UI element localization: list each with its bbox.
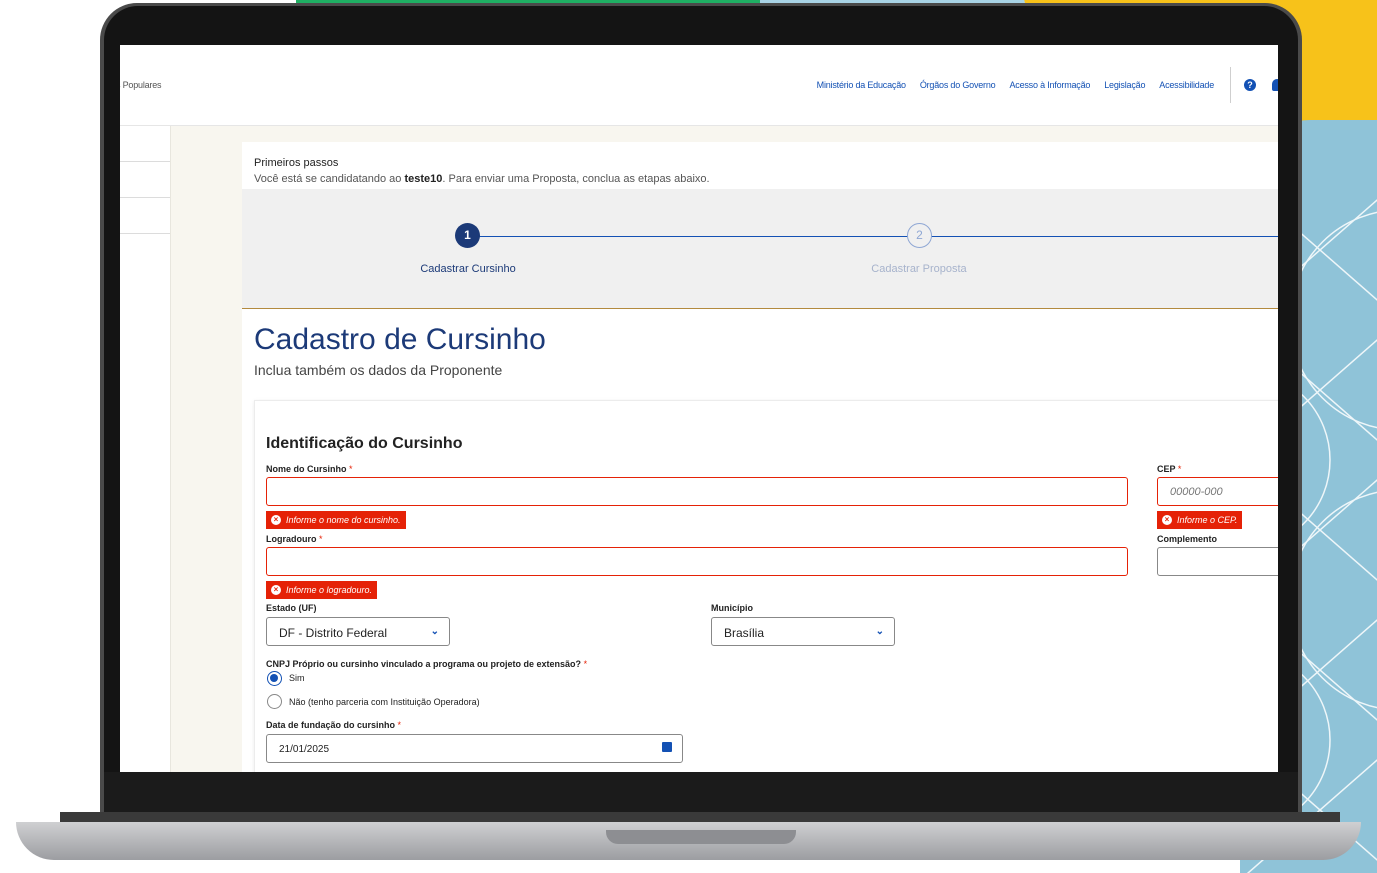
fundacao-label: Data de fundação do cursinho *	[266, 720, 402, 730]
nome-input[interactable]	[266, 477, 1128, 506]
help-icon[interactable]: ?	[1244, 79, 1256, 91]
header-divider	[1230, 67, 1231, 103]
link-acesso-informacao[interactable]: Acesso à Informação	[1009, 80, 1090, 90]
cep-label: CEP *	[1157, 464, 1182, 474]
estado-select[interactable]: DF - Distrito Federal ⌄	[266, 617, 450, 646]
fundacao-value: 21/01/2025	[279, 744, 330, 755]
brand-name: s Populares	[120, 80, 162, 90]
nome-label: Nome do Cursinho *	[266, 464, 353, 474]
logradouro-label: Logradouro *	[266, 534, 323, 544]
top-header: s Populares Ministério da Educação Órgão…	[120, 45, 1278, 126]
first-steps-subtitle: Você está se candidatando ao teste10. Pa…	[254, 173, 710, 185]
step-2-label[interactable]: Cadastrar Proposta	[854, 263, 984, 275]
cnpj-question: CNPJ Próprio ou cursinho vinculado a pro…	[266, 659, 588, 669]
sidebar-divider	[120, 197, 170, 198]
radio-nao-label[interactable]: Não (tenho parceria com Instituição Oper…	[289, 697, 480, 707]
stepper: 1 2 Cadastrar Cursinho Cadastrar Propost…	[242, 189, 1278, 309]
link-acessibilidade[interactable]: Acessibilidade	[1159, 80, 1214, 90]
gov-links: Ministério da Educação Órgãos do Governo…	[817, 80, 1215, 90]
nome-error: × Informe o nome do cursinho.	[266, 511, 406, 529]
page-title: Cadastro de Cursinho	[254, 323, 546, 356]
error-icon: ×	[271, 585, 281, 595]
link-orgaos[interactable]: Órgãos do Governo	[920, 80, 996, 90]
complemento-input[interactable]	[1157, 547, 1278, 576]
calendar-icon[interactable]	[662, 742, 672, 752]
chevron-down-icon: ⌄	[430, 626, 439, 637]
cep-input[interactable]: 00000-000	[1157, 477, 1278, 506]
stepper-line	[468, 236, 1278, 237]
link-ministerio[interactable]: Ministério da Educação	[817, 80, 906, 90]
page-subtitle: Inclua também os dados da Proponente	[254, 362, 503, 378]
main-content: Primeiros passos Você está se candidatan…	[242, 126, 1278, 772]
program-name: teste10	[404, 173, 443, 185]
error-icon: ×	[1162, 515, 1172, 525]
step-1-circle[interactable]: 1	[455, 223, 480, 248]
sidebar-divider	[120, 161, 170, 162]
step-1-label[interactable]: Cadastrar Cursinho	[412, 263, 524, 275]
cep-error: × Informe o CEP.	[1157, 511, 1243, 529]
error-icon: ×	[271, 515, 281, 525]
laptop-screen: s Populares Ministério da Educação Órgão…	[120, 45, 1278, 772]
form-card: Identificação do Cursinho Nome do Cursin…	[254, 400, 1278, 772]
laptop-notch	[606, 830, 796, 844]
municipio-label: Município	[711, 603, 753, 613]
cep-placeholder: 00000-000	[1170, 486, 1223, 498]
sidebar	[120, 126, 170, 772]
content-gutter	[170, 126, 242, 772]
chevron-down-icon: ⌄	[875, 626, 884, 637]
fundacao-date-input[interactable]: 21/01/2025	[266, 734, 683, 763]
estado-value: DF - Distrito Federal	[279, 626, 388, 640]
first-steps-title: Primeiros passos	[254, 157, 339, 169]
municipio-select[interactable]: Brasília ⌄	[711, 617, 895, 646]
municipio-value: Brasília	[724, 626, 765, 640]
radio-sim-label[interactable]: Sim	[289, 673, 305, 683]
link-legislacao[interactable]: Legislação	[1104, 80, 1145, 90]
estado-label: Estado (UF)	[266, 603, 317, 613]
radio-sim[interactable]	[267, 671, 282, 686]
content-panel: Primeiros passos Você está se candidatan…	[242, 142, 1278, 772]
notification-icon[interactable]	[1272, 79, 1278, 91]
complemento-label: Complemento	[1157, 534, 1218, 544]
logradouro-input[interactable]	[266, 547, 1128, 576]
sidebar-divider	[120, 233, 170, 234]
section-title: Identificação do Cursinho	[266, 435, 463, 452]
radio-nao[interactable]	[267, 694, 282, 709]
step-2-circle[interactable]: 2	[907, 223, 932, 248]
logradouro-error: × Informe o logradouro.	[266, 581, 378, 599]
